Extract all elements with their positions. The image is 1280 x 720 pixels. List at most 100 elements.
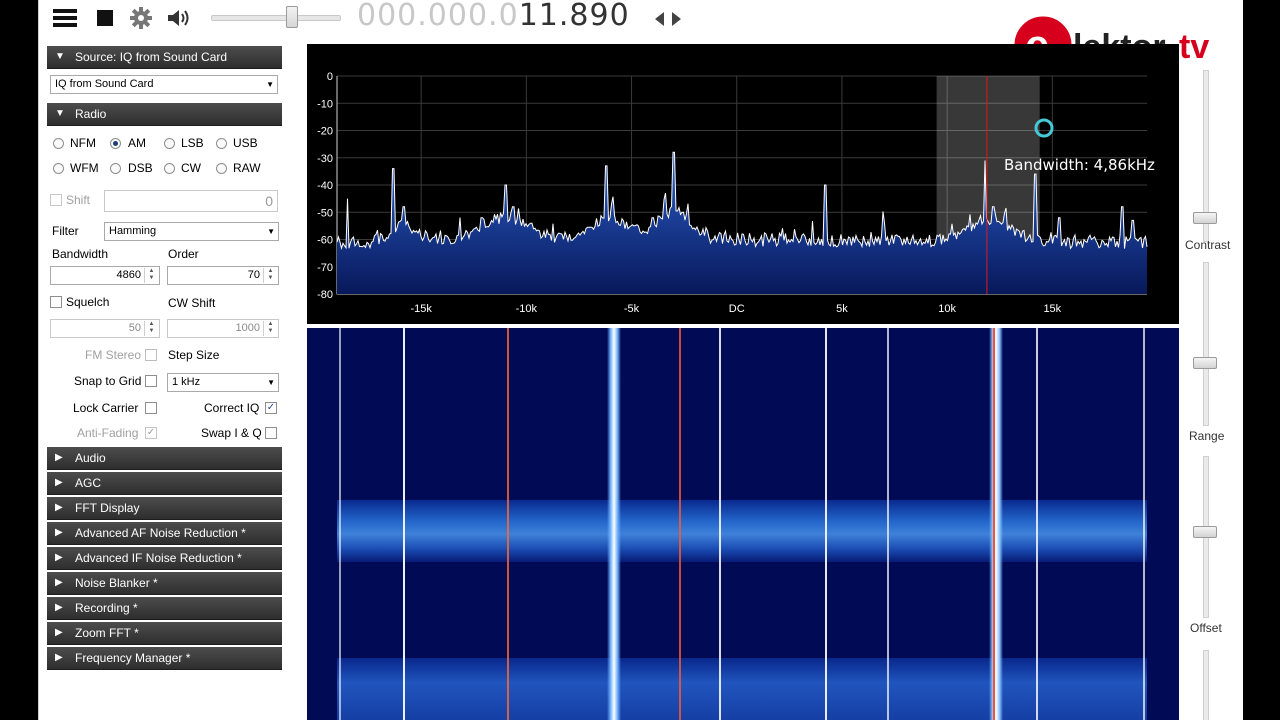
range-slider-thumb[interactable] (1193, 357, 1217, 369)
section-label: Frequency Manager * (75, 651, 191, 665)
hamburger-menu-icon[interactable] (51, 6, 79, 30)
spin-arrows-icon[interactable]: ▲ ▼ (144, 268, 158, 283)
range-slider[interactable] (1203, 262, 1209, 426)
spectrum-x-tick-label: DC (729, 303, 745, 315)
agc-section-header[interactable]: ▶ AGC (47, 472, 282, 495)
stop-icon[interactable] (91, 6, 119, 30)
expand-arrow-icon: ▶ (55, 502, 63, 513)
shift-input[interactable]: 0 (104, 190, 278, 212)
zoom-fft-section-header[interactable]: ▶ Zoom FFT * (47, 622, 282, 645)
squelch-checkbox[interactable] (50, 296, 62, 308)
waterfall-noise-band (337, 500, 1147, 562)
fm-stereo-label: FM Stereo (85, 348, 142, 362)
offset-slider-thumb[interactable] (1193, 526, 1217, 538)
section-label: Advanced AF Noise Reduction * (75, 526, 246, 540)
spin-arrows-icon[interactable]: ▲ ▼ (144, 321, 158, 336)
mode-label-nfm: NFM (70, 136, 96, 150)
expand-arrow-icon: ▶ (55, 477, 63, 488)
spectrum-x-tick-label: -15k (410, 303, 432, 315)
offset-slider-lower[interactable] (1203, 650, 1209, 720)
spin-arrows-icon[interactable]: ▲ ▼ (263, 268, 277, 283)
recording-section-header[interactable]: ▶ Recording * (47, 597, 282, 620)
cw-shift-label: CW Shift (168, 296, 216, 310)
swap-iq-checkbox[interactable] (265, 427, 277, 439)
speaker-icon[interactable] (165, 6, 193, 30)
cw-shift-input[interactable]: 1000 ▲ ▼ (167, 319, 279, 338)
volume-slider[interactable] (211, 15, 341, 21)
fm-stereo-checkbox[interactable] (145, 349, 157, 361)
frequency-display[interactable]: 000.000.011.890 (357, 0, 630, 34)
filter-select[interactable]: Hamming ▼ (104, 222, 279, 241)
spectrum-analyzer[interactable]: 0 -10 -20 -30 -40 -50 -60 -70 -80 -15k -10k -5k DC 5k… (307, 44, 1179, 324)
volume-slider-thumb[interactable] (286, 6, 298, 28)
mode-label-dsb: DSB (128, 161, 153, 175)
spectrum-x-tick-label: -10k (516, 303, 538, 315)
source-select[interactable]: IQ from Sound Card ▼ (50, 75, 278, 94)
waterfall-signal-trace (825, 328, 827, 720)
contrast-slider-thumb[interactable] (1193, 212, 1217, 224)
audio-section-header[interactable]: ▶ Audio (47, 447, 282, 470)
section-label: Zoom FFT * (75, 626, 139, 640)
section-label: AGC (75, 476, 102, 490)
squelch-value: 50 (128, 322, 141, 334)
radio-section-header[interactable]: ▼ Radio (47, 103, 282, 126)
mode-radio-wfm[interactable] (53, 163, 64, 174)
spectrum-x-tick-label: 5k (836, 303, 848, 315)
af-noise-reduction-section-header[interactable]: ▶ Advanced AF Noise Reduction * (47, 522, 282, 545)
snap-to-grid-checkbox[interactable] (145, 375, 157, 387)
dropdown-arrow-icon: ▼ (267, 378, 275, 387)
expand-arrow-icon: ▶ (55, 652, 63, 663)
order-label: Order (168, 247, 199, 261)
anti-fading-checkbox[interactable]: ✓ (145, 427, 157, 439)
swap-iq-label: Swap I & Q (201, 426, 262, 440)
shift-label: Shift (66, 193, 91, 207)
spectrum-x-tick-label: 15k (1043, 303, 1061, 315)
contrast-label: Contrast (1185, 238, 1231, 252)
snap-to-grid-label: Snap to Grid (74, 374, 142, 388)
correct-iq-label: Correct IQ (204, 401, 260, 415)
mode-radio-cw[interactable] (164, 163, 175, 174)
shift-checkbox[interactable] (50, 194, 62, 206)
filter-select-value: Hamming (109, 225, 157, 237)
expand-arrow-icon: ▶ (55, 627, 63, 638)
if-noise-reduction-section-header[interactable]: ▶ Advanced IF Noise Reduction * (47, 547, 282, 570)
offset-label: Offset (1190, 621, 1222, 635)
left-right-arrows-icon[interactable] (653, 10, 683, 28)
source-section-header[interactable]: ▼ Source: IQ from Sound Card (47, 46, 282, 69)
expand-arrow-icon: ▶ (55, 452, 63, 463)
step-size-select[interactable]: 1 kHz ▼ (167, 373, 279, 392)
section-label: Advanced IF Noise Reduction * (75, 551, 242, 565)
mode-radio-am[interactable] (110, 138, 121, 149)
mode-radio-raw[interactable] (216, 163, 227, 174)
expand-arrow-icon: ▶ (55, 602, 63, 613)
squelch-label: Squelch (66, 295, 110, 309)
correct-iq-checkbox[interactable]: ✓ (265, 402, 277, 414)
dropdown-arrow-icon: ▼ (267, 227, 275, 236)
gear-icon[interactable] (127, 6, 155, 30)
spectrum-y-tick-label: -50 (317, 207, 333, 219)
bandwidth-input[interactable]: 4860 ▲ ▼ (50, 266, 160, 285)
bandwidth-label: Bandwidth (52, 247, 109, 261)
mode-radio-nfm[interactable] (53, 138, 64, 149)
cw-shift-value: 1000 (235, 322, 260, 334)
mode-radio-dsb[interactable] (110, 163, 121, 174)
spin-arrows-icon[interactable]: ▲ ▼ (263, 321, 277, 336)
spectrum-y-tick-label: -30 (317, 153, 333, 165)
noise-blanker-section-header[interactable]: ▶ Noise Blanker * (47, 572, 282, 595)
spectrum-x-tick-label: -5k (624, 303, 640, 315)
source-select-value: IQ from Sound Card (55, 78, 154, 90)
waterfall-display[interactable] (307, 328, 1179, 720)
shift-value: 0 (265, 193, 273, 209)
spectrum-y-tick-label: 0 (327, 71, 333, 83)
order-value: 70 (247, 269, 260, 281)
mode-radio-lsb[interactable] (164, 138, 175, 149)
order-input[interactable]: 70 ▲ ▼ (167, 266, 279, 285)
waterfall-signal-trace (887, 328, 889, 720)
spectrum-y-tick-label: -70 (317, 262, 333, 274)
fft-display-section-header[interactable]: ▶ FFT Display (47, 497, 282, 520)
frequency-manager-section-header[interactable]: ▶ Frequency Manager * (47, 647, 282, 670)
mode-radio-usb[interactable] (216, 138, 227, 149)
mode-label-am: AM (128, 136, 146, 150)
squelch-input[interactable]: 50 ▲ ▼ (50, 319, 160, 338)
lock-carrier-checkbox[interactable] (145, 402, 157, 414)
